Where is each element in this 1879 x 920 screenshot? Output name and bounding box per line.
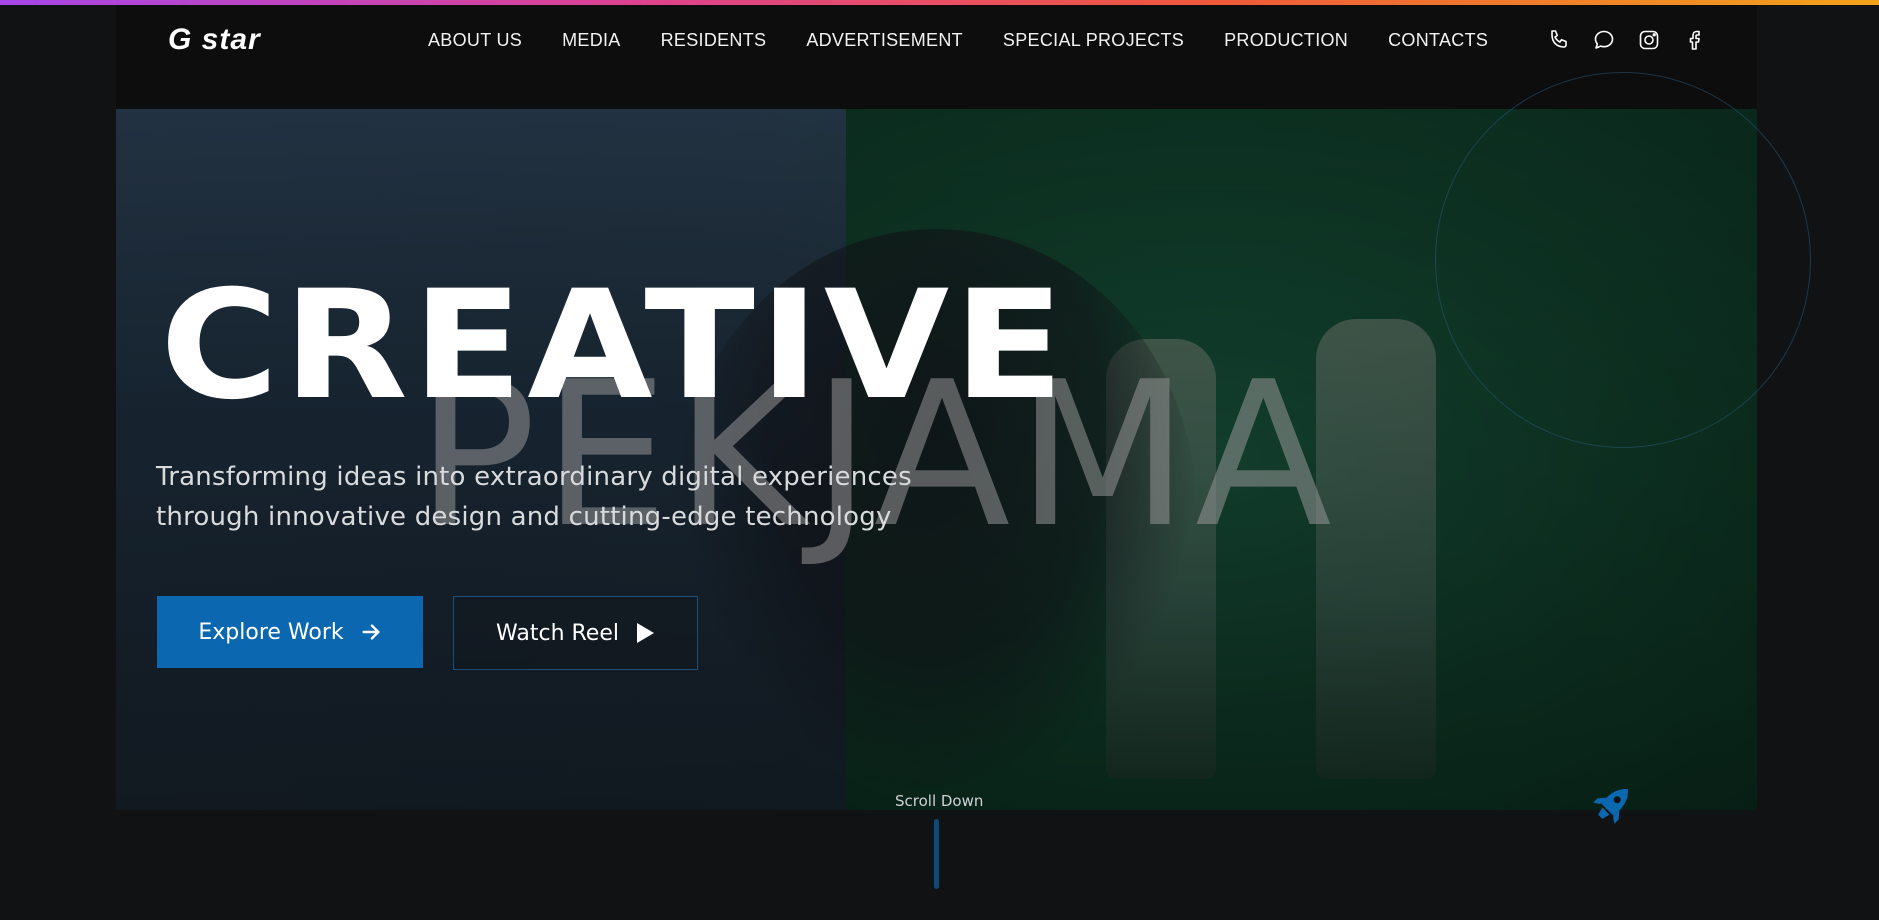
decorative-circle bbox=[1435, 72, 1811, 448]
facebook-icon[interactable] bbox=[1681, 27, 1707, 53]
hero-subtitle-line-2: through innovative design and cutting-ed… bbox=[156, 502, 892, 532]
hero-title: CREATIVE bbox=[160, 259, 1069, 433]
explore-work-button[interactable]: Explore Work bbox=[157, 596, 423, 668]
play-icon bbox=[636, 623, 654, 643]
watch-reel-label: Watch Reel bbox=[496, 620, 619, 646]
rocket-icon[interactable] bbox=[1589, 780, 1637, 828]
chat-icon[interactable] bbox=[1591, 27, 1617, 53]
phone-icon[interactable] bbox=[1546, 27, 1572, 53]
logo[interactable]: G star bbox=[168, 23, 261, 57]
scroll-indicator[interactable] bbox=[934, 819, 939, 889]
hero-subtitle-line-1: Transforming ideas into extraordinary di… bbox=[156, 462, 912, 492]
nav-item-advertisement[interactable]: ADVERTISEMENT bbox=[806, 30, 963, 51]
nav-item-about-us[interactable]: ABOUT US bbox=[428, 30, 522, 51]
instagram-icon[interactable] bbox=[1636, 27, 1662, 53]
watch-reel-button[interactable]: Watch Reel bbox=[453, 596, 698, 670]
nav-item-residents[interactable]: RESIDENTS bbox=[661, 30, 767, 51]
main-nav: ABOUT US MEDIA RESIDENTS ADVERTISEMENT S… bbox=[428, 30, 1528, 51]
nav-item-special-projects[interactable]: SPECIAL PROJECTS bbox=[1003, 30, 1184, 51]
nav-item-contacts[interactable]: CONTACTS bbox=[1388, 30, 1488, 51]
hero-subtitle: Transforming ideas into extraordinary di… bbox=[156, 457, 916, 537]
explore-work-label: Explore Work bbox=[198, 619, 344, 645]
social-icons bbox=[1546, 27, 1707, 53]
nav-item-production[interactable]: PRODUCTION bbox=[1224, 30, 1348, 51]
arrow-right-icon bbox=[362, 624, 380, 640]
site-header: G star ABOUT US MEDIA RESIDENTS ADVERTIS… bbox=[116, 5, 1757, 109]
nav-item-media[interactable]: MEDIA bbox=[562, 30, 621, 51]
scroll-down-label[interactable]: Scroll Down bbox=[895, 792, 983, 810]
